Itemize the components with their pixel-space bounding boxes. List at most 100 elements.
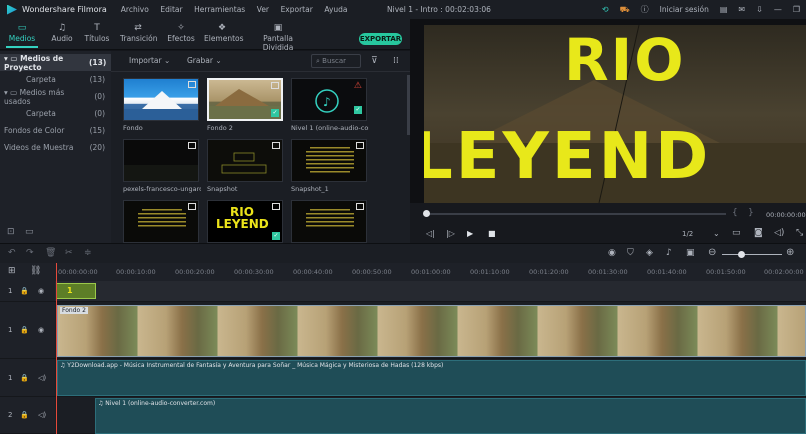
sync-icon[interactable]: ⟲ <box>602 5 609 14</box>
menu-ver[interactable]: Ver <box>257 5 269 14</box>
mark-out-icon[interactable]: } <box>748 208 754 218</box>
lock-icon[interactable]: 🔒 <box>20 411 29 419</box>
mic-icon[interactable]: ♪ <box>666 248 672 258</box>
menu-archivo[interactable]: Archivo <box>121 5 149 14</box>
tab-medios[interactable]: ▭ Medios <box>6 22 38 48</box>
new-folder-icon[interactable]: ⊡ <box>7 227 15 237</box>
layout-icon[interactable]: ▤ <box>720 5 728 14</box>
tab-efectos[interactable]: ✧ Efectos <box>166 22 196 43</box>
mail-icon[interactable]: ✉ <box>738 5 745 14</box>
tree-item-color-backgrounds[interactable]: Fondos de Color (15) <box>0 122 111 139</box>
lock-icon[interactable]: 🔒 <box>20 326 29 334</box>
zoom-slider[interactable] <box>722 254 782 255</box>
zoom-slider-handle[interactable] <box>738 251 745 258</box>
monitor-icon[interactable]: ▭ <box>732 228 741 238</box>
svg-text:♪: ♪ <box>323 95 331 109</box>
prev-frame-icon[interactable]: ◁| <box>426 229 435 238</box>
media-item-pexels[interactable] <box>123 139 199 182</box>
tree-item-most-used[interactable]: ▾ ▭ Medios más usados (0) <box>0 88 111 106</box>
preview-progress-track[interactable] <box>426 213 726 215</box>
stop-icon[interactable]: ■ <box>488 229 496 238</box>
add-track-icon[interactable]: ⊞ <box>8 266 16 276</box>
video-clip-fondo-2[interactable]: Fondo 2 <box>57 305 806 357</box>
title-lane: 1 <box>55 281 806 302</box>
preview-page-select[interactable]: 1/2 <box>682 230 693 238</box>
link-icon[interactable]: ⛓ <box>30 266 41 276</box>
undo-icon[interactable]: ↶ <box>8 248 16 258</box>
media-item-8[interactable]: RIO LEYEND ✓ <box>207 200 283 243</box>
tree-item-folder-2[interactable]: Carpeta (0) <box>0 105 111 122</box>
filter-icon[interactable]: ⊽ <box>371 56 378 66</box>
media-item-fondo-2[interactable]: ✓ <box>207 78 283 121</box>
media-item-audio[interactable]: ♪ ⚠ ✓ <box>291 78 367 121</box>
speaker-icon[interactable]: ◁) <box>38 374 46 382</box>
tab-transicion[interactable]: ⇄ Transición <box>120 22 157 43</box>
timeline-toolbar: ↶ ↷ 🗑 ✂ ≑ ◉ ⛉ ◈ ♪ ▣ ⊖ ⊕ <box>0 243 806 263</box>
check-icon: ✓ <box>354 106 362 114</box>
tree-item-sample-videos[interactable]: Videos de Muestra (20) <box>0 139 111 156</box>
cut-icon[interactable]: ✂ <box>65 248 73 258</box>
subtitle-icon[interactable]: ▣ <box>686 248 695 258</box>
timeline-ruler[interactable]: ⊞ ⛓ 00:00:00:00 00:00:10:00 00:00:20:00 … <box>0 263 806 281</box>
tab-pantalla-dividida[interactable]: ▣ Pantalla Dividida <box>248 22 308 52</box>
audio-clip-music[interactable]: ♫ Y2Download.app - Música Instrumental d… <box>57 360 806 396</box>
chevron-down-icon[interactable]: ⌄ <box>713 229 720 238</box>
media-item-7[interactable] <box>123 200 199 243</box>
search-input[interactable]: ⌕ Buscar <box>311 54 361 68</box>
audio-clip-voice[interactable]: ♫ Nivel 1 (online-audio-converter.com) <box>95 398 806 434</box>
info-icon[interactable]: ⓘ <box>641 4 649 15</box>
fullscreen-icon[interactable]: ⤡ <box>796 228 803 238</box>
tab-audio[interactable]: ♫ Audio <box>48 22 76 43</box>
folder-icon[interactable]: ▭ <box>25 227 34 237</box>
camera-icon[interactable]: ◙ <box>754 228 763 238</box>
lock-icon[interactable]: 🔒 <box>20 287 29 295</box>
thumb-type-icon <box>188 81 196 88</box>
ruler-tick: 00:01:00:00 <box>411 268 451 276</box>
record-dropdown[interactable]: Grabar ⌄ <box>187 56 222 65</box>
import-dropdown[interactable]: Importar ⌄ <box>129 56 170 65</box>
export-button[interactable]: EXPORTAR <box>359 33 402 45</box>
volume-icon[interactable]: ◁) <box>774 228 784 238</box>
cart-icon[interactable]: ⛟ <box>620 5 630 15</box>
tab-elementos[interactable]: ❖ Elementos <box>204 22 244 43</box>
menu-editar[interactable]: Editar <box>160 5 182 14</box>
delete-icon[interactable]: 🗑 <box>45 248 56 258</box>
menu-herramientas[interactable]: Herramientas <box>194 5 245 14</box>
download-icon[interactable]: ⇩ <box>756 5 763 14</box>
lock-icon[interactable]: 🔒 <box>20 374 29 382</box>
login-link[interactable]: Iniciar sesión <box>660 5 709 14</box>
media-item-9[interactable] <box>291 200 367 243</box>
search-placeholder: Buscar <box>322 57 347 65</box>
step-back-icon[interactable]: |▷ <box>446 229 455 238</box>
media-item-snapshot[interactable] <box>207 139 283 182</box>
menu-ayuda[interactable]: Ayuda <box>324 5 347 14</box>
music-icon: ♫ <box>57 23 67 33</box>
tree-count: (0) <box>94 92 105 101</box>
play-icon[interactable]: ▶ <box>467 229 473 238</box>
playhead[interactable] <box>56 263 57 434</box>
audio-clip-name: Nivel 1 (online-audio-converter.com) <box>105 400 216 407</box>
preview-scrubber-handle[interactable] <box>423 210 430 217</box>
speaker-icon[interactable]: ◁) <box>38 411 46 419</box>
zoom-out-icon[interactable]: ⊖ <box>708 247 716 258</box>
audio-lane-2: ♫ Nivel 1 (online-audio-converter.com) <box>55 397 806 434</box>
media-item-snapshot-1[interactable] <box>291 139 367 182</box>
grid-view-icon[interactable]: ⁞⁞ <box>393 56 399 66</box>
title-clip[interactable]: 1 <box>56 283 96 299</box>
maximize-icon[interactable]: ❐ <box>793 5 800 14</box>
adjust-icon[interactable]: ≑ <box>84 248 92 258</box>
media-item-fondo[interactable] <box>123 78 199 121</box>
zoom-in-icon[interactable]: ⊕ <box>786 247 794 258</box>
tree-item-project-media[interactable]: ▾ ▭ Medios de Proyecto (13) <box>0 54 111 72</box>
menu-exportar[interactable]: Exportar <box>281 5 313 14</box>
eye-icon[interactable]: ◉ <box>38 287 44 295</box>
tree-item-folder[interactable]: Carpeta (13) <box>0 71 111 88</box>
minimize-icon[interactable]: — <box>774 5 782 14</box>
render-icon[interactable]: ◉ <box>608 248 616 258</box>
tab-titulos[interactable]: T Títulos <box>84 22 110 43</box>
eye-icon[interactable]: ◉ <box>38 326 44 334</box>
shield-icon[interactable]: ⛉ <box>627 248 634 258</box>
marker-icon[interactable]: ◈ <box>646 248 653 258</box>
mark-in-icon[interactable]: { <box>732 208 738 218</box>
redo-icon[interactable]: ↷ <box>26 248 34 258</box>
